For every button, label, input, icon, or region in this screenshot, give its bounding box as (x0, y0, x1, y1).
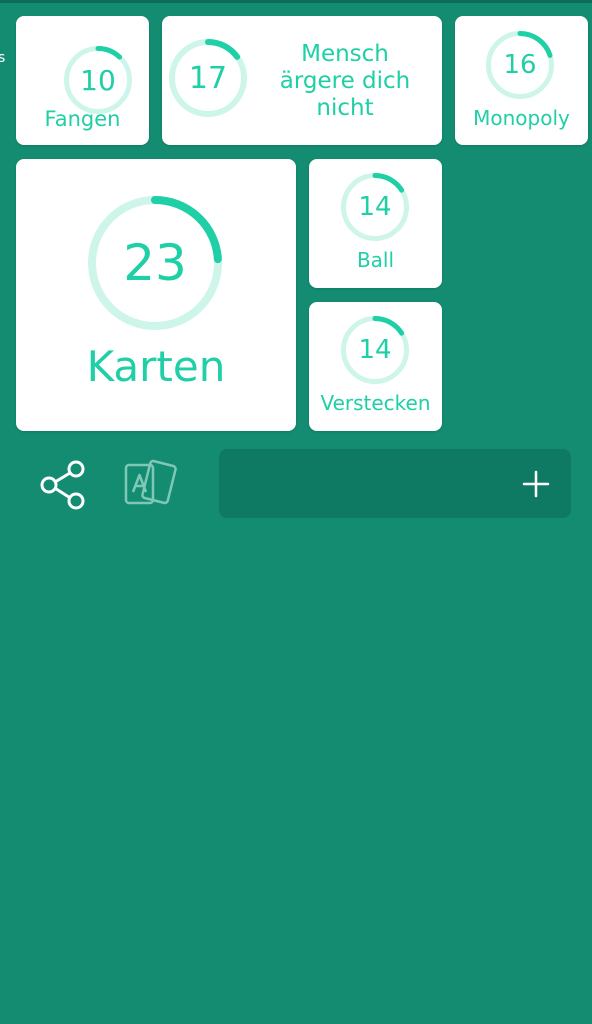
tile-label-line: ärgere dich (279, 68, 411, 94)
tile-count: 17 (188, 60, 228, 96)
tile-label: Ball (356, 248, 395, 272)
tile-count: 14 (358, 192, 392, 222)
progress-ring: 16 (486, 31, 554, 99)
tile-label-line: Mensch (301, 41, 389, 67)
offscreen-tile-edge: s (0, 50, 6, 66)
category-tile-fangen[interactable]: 10 Fangen (16, 16, 149, 145)
category-tile-monopoly[interactable]: 16 Monopoly (455, 16, 588, 145)
progress-ring: 17 (169, 39, 247, 117)
tile-count: 14 (358, 335, 392, 365)
category-tile-verstecken[interactable]: 14 Verstecken (309, 302, 442, 431)
progress-ring: 10 (64, 46, 132, 114)
tile-label: Monopoly (473, 106, 570, 130)
tile-label: Fangen (44, 107, 121, 131)
cards-button[interactable] (122, 459, 184, 509)
tile-count: 16 (503, 50, 537, 80)
tile-label: Verstecken (320, 391, 431, 415)
progress-ring: 23 (88, 196, 222, 330)
share-button[interactable] (38, 458, 88, 512)
category-tile-mensch[interactable]: 17 Mensch ärgere dich nicht (162, 16, 442, 145)
category-input-bar (219, 449, 571, 520)
tile-label-line: nicht (316, 95, 374, 121)
progress-ring: 14 (341, 316, 409, 384)
cards-icon (124, 459, 177, 505)
share-icon (40, 460, 85, 510)
tile-label: Mensch ärgere dich nicht (260, 41, 430, 122)
category-tile-karten[interactable]: 23 Karten (16, 159, 296, 431)
tile-count: 10 (80, 63, 116, 97)
status-bar-edge (0, 0, 592, 3)
add-button[interactable] (511, 459, 561, 509)
tile-label: Karten (86, 342, 226, 391)
plus-icon (522, 470, 550, 498)
category-tile-ball[interactable]: 14 Ball (309, 159, 442, 288)
progress-ring: 14 (341, 173, 409, 241)
category-input[interactable] (233, 449, 507, 520)
tile-count: 23 (123, 234, 187, 292)
